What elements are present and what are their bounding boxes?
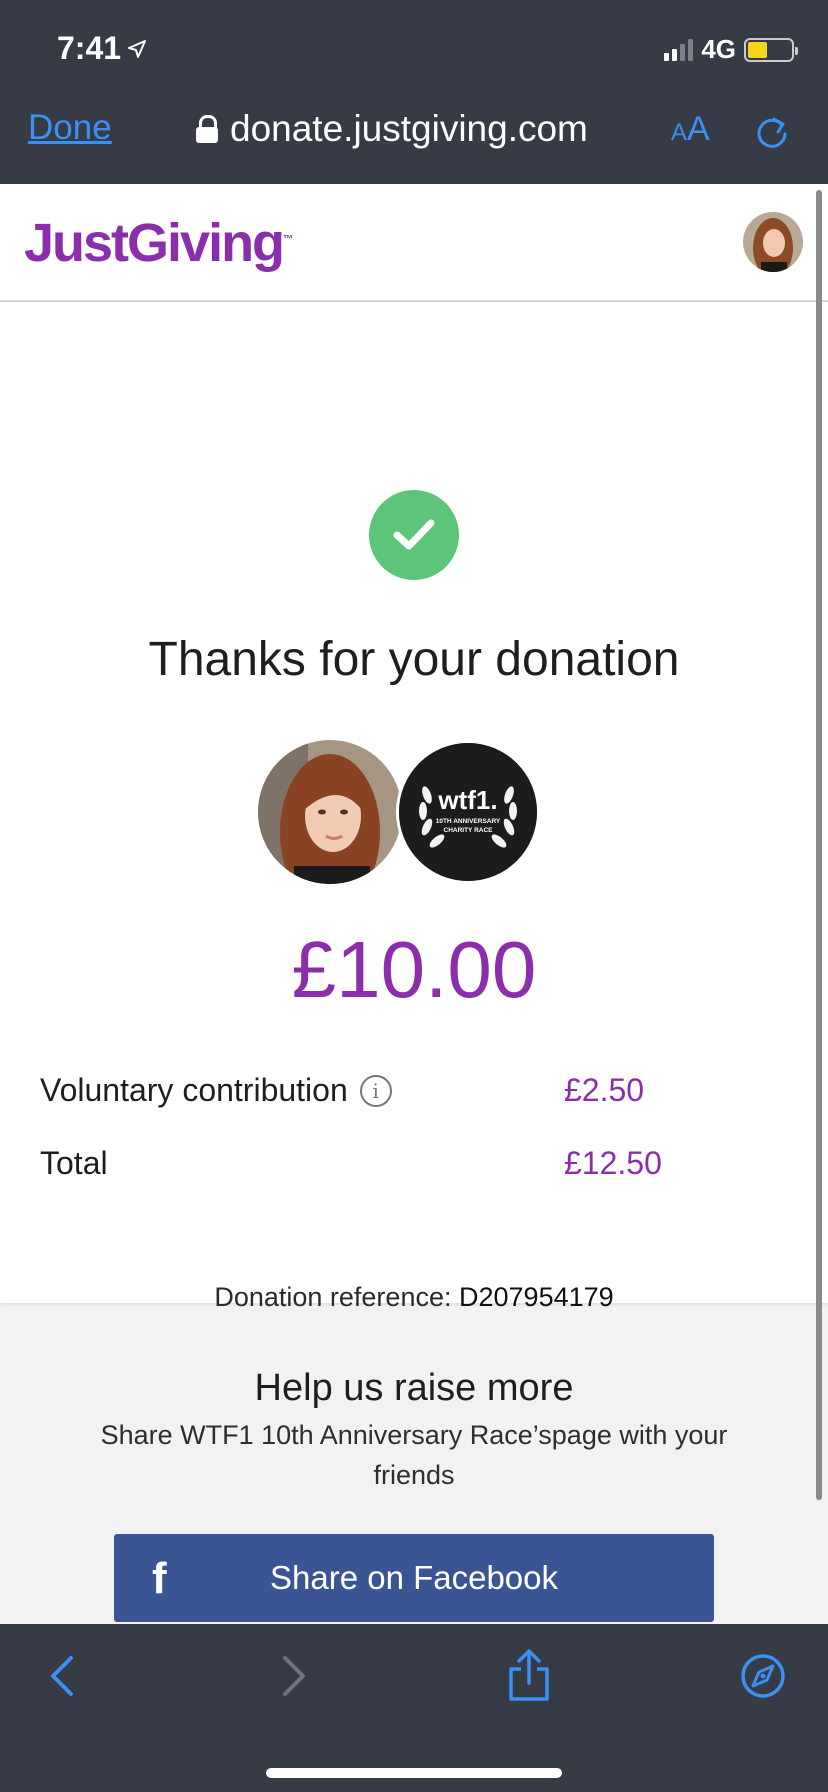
- scrollbar[interactable]: [816, 190, 822, 1500]
- page-content: JustGiving™ Thanks for your donation wtf…: [0, 184, 828, 1624]
- browser-url-bar: Done donate.justgiving.com AA: [0, 90, 828, 184]
- total-label-wrap: Total: [40, 1145, 564, 1182]
- status-right: 4G: [664, 34, 798, 65]
- share-subtitle: Share WTF1 10th Anniversary Race’spage w…: [100, 1420, 728, 1490]
- url-text: donate.justgiving.com: [230, 108, 588, 149]
- status-bar: 7:41 4G: [0, 0, 828, 90]
- charity-logo-text: wtf1.: [437, 785, 497, 815]
- account-avatar-image: [743, 212, 803, 272]
- back-button[interactable]: [32, 1646, 92, 1706]
- share-icon: [509, 1649, 549, 1701]
- compass-icon: [741, 1654, 785, 1698]
- voluntary-contribution-label: Voluntary contribution: [40, 1072, 348, 1108]
- voluntary-contribution-value: £2.50: [564, 1072, 645, 1108]
- address-display[interactable]: donate.justgiving.com: [196, 108, 588, 150]
- text-size-small-label: A: [671, 119, 688, 146]
- browser-toolbar: [0, 1624, 828, 1792]
- text-size-large-label: A: [687, 110, 710, 148]
- justgiving-logo[interactable]: JustGiving™: [24, 212, 293, 274]
- charity-logo-subtext-2: CHARITY RACE: [444, 827, 494, 834]
- signal-icon: [664, 38, 694, 61]
- confirmation-card: Thanks for your donation wtf1. 10TH ANNI…: [0, 302, 828, 1312]
- voluntary-contribution-row: Voluntary contribution i £2.50: [40, 1072, 740, 1109]
- open-in-safari-button[interactable]: [733, 1646, 793, 1706]
- donation-amount: £10.00: [291, 925, 537, 1014]
- charity-logo: wtf1. 10TH ANNIVERSARY CHARITY RACE: [396, 740, 540, 884]
- total-label: Total: [40, 1145, 108, 1181]
- thanks-heading: Thanks for your donation: [148, 633, 680, 686]
- site-header: JustGiving™: [0, 184, 828, 302]
- share-button[interactable]: [499, 1646, 559, 1706]
- share-heading: Help us raise more: [254, 1367, 574, 1409]
- forward-icon: [283, 1656, 305, 1696]
- voluntary-contribution-label-wrap: Voluntary contribution i: [40, 1072, 564, 1109]
- facebook-icon: f: [152, 1554, 167, 1603]
- network-label: 4G: [701, 34, 736, 64]
- done-button[interactable]: Done: [28, 108, 112, 148]
- share-section: Help us raise more Share WTF1 10th Anniv…: [0, 1303, 828, 1624]
- fundraiser-avatar: [258, 740, 402, 884]
- home-indicator[interactable]: [266, 1768, 562, 1778]
- text-size-button[interactable]: AA: [671, 110, 710, 149]
- info-icon[interactable]: i: [359, 1074, 392, 1107]
- reload-icon[interactable]: [752, 112, 792, 152]
- account-avatar[interactable]: [743, 212, 803, 272]
- success-check-icon: [369, 490, 459, 580]
- logo-text: JustGiving: [24, 213, 285, 273]
- clock-text: 7:41: [57, 30, 122, 66]
- charity-logo-subtext-1: 10TH ANNIVERSARY: [436, 818, 501, 825]
- logo-trademark: ™: [283, 234, 294, 245]
- share-facebook-label: Share on Facebook: [269, 1559, 559, 1596]
- battery-icon: [744, 37, 798, 62]
- share-facebook-button[interactable]: f Share on Facebook: [114, 1534, 714, 1622]
- status-time: 7:41: [57, 30, 147, 67]
- donor-charity-avatars: wtf1. 10TH ANNIVERSARY CHARITY RACE: [258, 740, 540, 884]
- total-row: Total £12.50: [40, 1145, 740, 1182]
- total-value: £12.50: [564, 1145, 662, 1181]
- lock-icon: [196, 115, 218, 143]
- forward-button[interactable]: [264, 1646, 324, 1706]
- back-icon: [51, 1656, 73, 1696]
- location-arrow-icon: [128, 39, 147, 58]
